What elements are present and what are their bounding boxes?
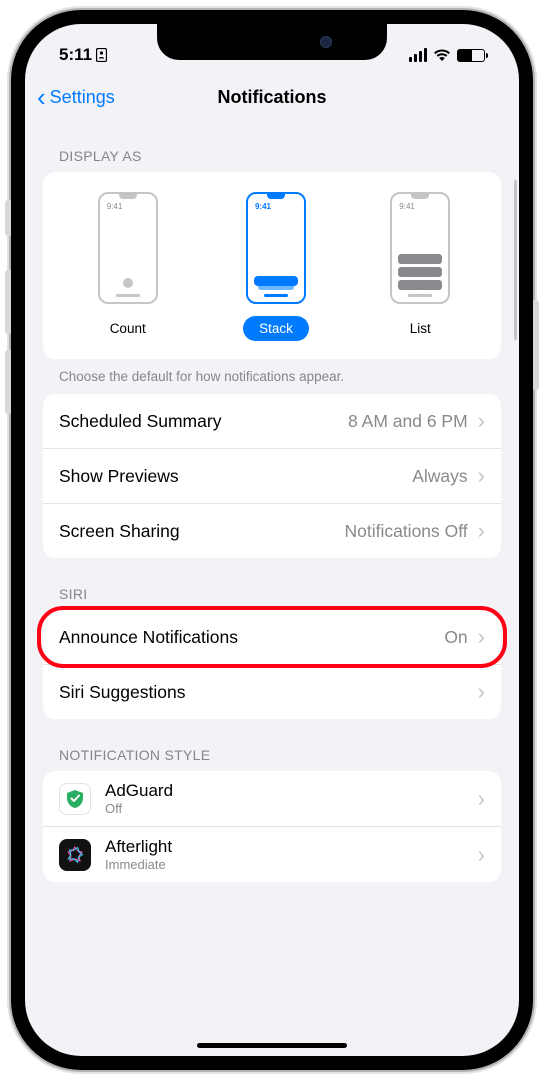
siri-card: Announce Notifications On › Siri Suggest… (43, 610, 501, 719)
display-as-card: 9:41 Count 9:41 (43, 172, 501, 359)
phone-device-frame: 5:11 ‹ (11, 10, 533, 1070)
row-scheduled-summary[interactable]: Scheduled Summary 8 AM and 6 PM › (43, 394, 501, 448)
list-label: List (394, 316, 447, 341)
app-row-adguard[interactable]: AdGuard Off › (43, 771, 501, 826)
status-time: 5:11 (59, 45, 92, 65)
stack-label: Stack (243, 316, 309, 341)
volume-up-button (5, 270, 11, 334)
screen-sharing-label: Screen Sharing (59, 521, 180, 542)
section-header-notification-style: NOTIFICATION STYLE (43, 719, 501, 771)
front-camera-icon (320, 36, 332, 48)
general-settings-card: Scheduled Summary 8 AM and 6 PM › Show P… (43, 394, 501, 558)
wifi-icon (433, 48, 451, 62)
show-previews-label: Show Previews (59, 466, 179, 487)
count-preview-icon: 9:41 (98, 192, 158, 304)
adguard-name: AdGuard (105, 781, 464, 801)
chevron-right-icon: › (478, 679, 485, 705)
row-show-previews[interactable]: Show Previews Always › (43, 448, 501, 503)
volume-down-button (5, 350, 11, 414)
cellular-signal-icon (409, 48, 428, 62)
screen-sharing-value: Notifications Off (344, 521, 467, 542)
notch (157, 24, 387, 60)
notification-style-card: AdGuard Off › Afterlight Immediate (43, 771, 501, 882)
contact-card-icon (96, 48, 107, 62)
app-row-afterlight[interactable]: Afterlight Immediate › (43, 826, 501, 882)
annotation-highlight (37, 606, 507, 668)
list-preview-icon: 9:41 (390, 192, 450, 304)
screen: 5:11 ‹ (25, 24, 519, 1056)
chevron-right-icon: › (478, 518, 485, 544)
section-header-display-as: DISPLAY AS (43, 120, 501, 172)
adguard-app-icon (59, 783, 91, 815)
row-announce-notifications[interactable]: Announce Notifications On › (43, 610, 501, 664)
battery-icon (457, 49, 485, 62)
display-option-list[interactable]: 9:41 List (390, 192, 450, 341)
scheduled-summary-label: Scheduled Summary (59, 411, 221, 432)
scheduled-summary-value: 8 AM and 6 PM (348, 411, 468, 432)
chevron-right-icon: › (478, 463, 485, 489)
siri-suggestions-label: Siri Suggestions (59, 682, 185, 703)
display-as-footer: Choose the default for how notifications… (43, 359, 501, 394)
chevron-right-icon: › (478, 842, 485, 868)
count-label: Count (94, 316, 162, 341)
navigation-bar: ‹ Settings Notifications (25, 74, 519, 120)
chevron-right-icon: › (478, 786, 485, 812)
adguard-sub: Off (105, 801, 464, 816)
side-button (533, 300, 539, 390)
afterlight-app-icon (59, 839, 91, 871)
mute-switch (5, 200, 11, 236)
chevron-right-icon: › (478, 408, 485, 434)
page-title: Notifications (25, 87, 519, 108)
show-previews-value: Always (412, 466, 467, 487)
display-option-count[interactable]: 9:41 Count (94, 192, 162, 341)
scrollbar[interactable] (514, 180, 517, 340)
row-screen-sharing[interactable]: Screen Sharing Notifications Off › (43, 503, 501, 558)
row-siri-suggestions[interactable]: Siri Suggestions › (43, 664, 501, 719)
afterlight-name: Afterlight (105, 837, 464, 857)
afterlight-sub: Immediate (105, 857, 464, 872)
display-option-stack[interactable]: 9:41 Stack (243, 192, 309, 341)
section-header-siri: SIRI (43, 558, 501, 610)
scroll-content[interactable]: DISPLAY AS 9:41 Count (25, 120, 519, 1056)
stack-preview-icon: 9:41 (246, 192, 306, 304)
home-indicator[interactable] (197, 1043, 347, 1048)
